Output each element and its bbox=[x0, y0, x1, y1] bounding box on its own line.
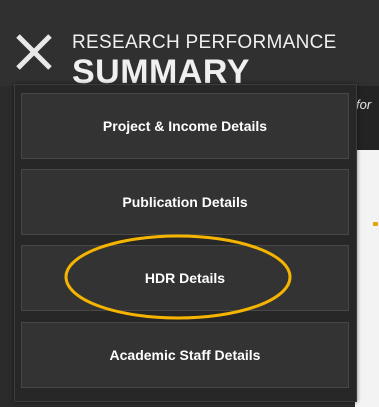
background-accent-mark bbox=[373, 222, 378, 226]
close-icon[interactable] bbox=[10, 28, 58, 76]
menu-item-label: Academic Staff Details bbox=[109, 347, 261, 363]
menu-item-label: HDR Details bbox=[144, 270, 226, 286]
app-backdrop: RESEARCH PERFORMANCE SUMMARY for Project… bbox=[0, 0, 379, 407]
page-title-line2: SUMMARY bbox=[72, 53, 250, 86]
details-menu: Project & Income Details Publication Det… bbox=[14, 84, 357, 402]
page-header: RESEARCH PERFORMANCE SUMMARY bbox=[0, 0, 379, 86]
menu-item-publication[interactable]: Publication Details bbox=[21, 169, 349, 235]
menu-item-label: Project & Income Details bbox=[102, 118, 268, 134]
menu-item-hdr[interactable]: HDR Details bbox=[21, 245, 349, 311]
close-icon-glyph bbox=[16, 34, 52, 70]
background-snippet-text: for bbox=[356, 97, 372, 112]
background-banner bbox=[355, 86, 379, 150]
menu-item-label: Publication Details bbox=[122, 194, 248, 210]
menu-item-academic-staff[interactable]: Academic Staff Details bbox=[21, 322, 349, 388]
page-title-line1: RESEARCH PERFORMANCE bbox=[72, 32, 337, 53]
menu-item-project-income[interactable]: Project & Income Details bbox=[21, 93, 349, 159]
